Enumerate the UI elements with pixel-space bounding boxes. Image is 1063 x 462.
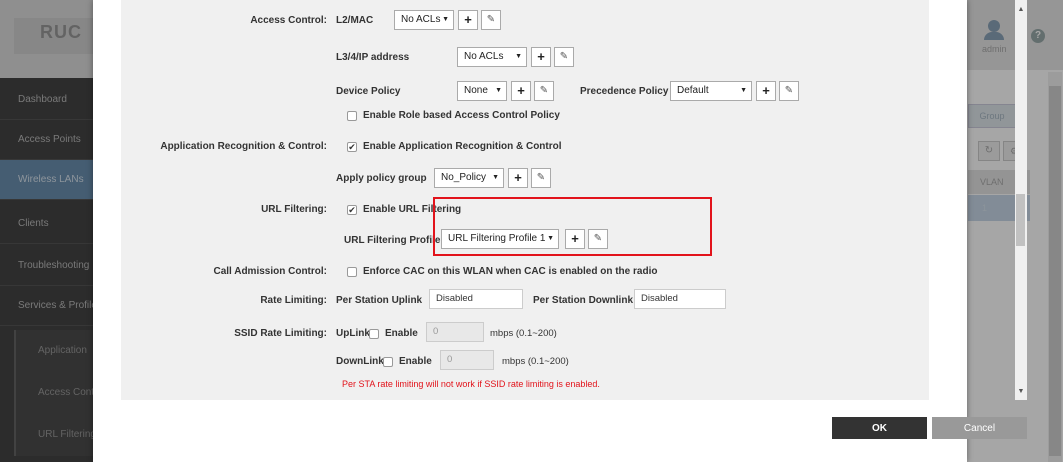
- ok-button[interactable]: OK: [832, 417, 927, 439]
- chevron-down-icon: ▼: [442, 16, 449, 23]
- url-filtering-checkbox[interactable]: ✔: [347, 205, 357, 215]
- access-control-label: Access Control:: [250, 15, 327, 26]
- edit-policy-group-button[interactable]: ✎: [531, 168, 551, 188]
- per-station-downlink-label: Per Station Downlink: [533, 295, 634, 306]
- ssid-uplink-unit: mbps (0.1~200): [490, 328, 557, 339]
- l34-label: L3/4/IP address: [336, 52, 410, 63]
- chevron-down-icon: ▼: [515, 53, 522, 60]
- url-filtering-highlight-box: [433, 197, 712, 256]
- scroll-up-icon[interactable]: ▲: [1015, 6, 1027, 13]
- policy-group-value: No_Policy: [441, 172, 487, 183]
- url-filtering-profile-label: URL Filtering Profile: [344, 235, 441, 246]
- call-admission-enable-label: Enforce CAC on this WLAN when CAC is ena…: [363, 266, 658, 277]
- per-station-uplink-input[interactable]: Disabled: [429, 289, 523, 309]
- ssid-rate-limit-warning: Per STA rate limiting will not work if S…: [342, 379, 600, 389]
- call-admission-checkbox[interactable]: [347, 267, 357, 277]
- ssid-uplink-enable-checkbox[interactable]: [369, 329, 379, 339]
- ssid-downlink-input[interactable]: 0: [440, 350, 494, 370]
- rate-limiting-label: Rate Limiting:: [260, 295, 327, 306]
- ssid-downlink-unit: mbps (0.1~200): [502, 356, 569, 367]
- app-recognition-checkbox[interactable]: ✔: [347, 142, 357, 152]
- per-station-uplink-label: Per Station Uplink: [336, 295, 423, 306]
- ssid-downlink-enable-checkbox[interactable]: [383, 357, 393, 367]
- ssid-rate-limiting-label: SSID Rate Limiting:: [234, 328, 327, 339]
- role-based-acl-checkbox[interactable]: [347, 111, 357, 121]
- precedence-policy-value: Default: [677, 85, 709, 96]
- add-l34-button[interactable]: +: [531, 47, 551, 67]
- edit-precedence-policy-button[interactable]: ✎: [779, 81, 799, 101]
- cancel-button[interactable]: Cancel: [932, 417, 1027, 439]
- add-precedence-policy-button[interactable]: +: [756, 81, 776, 101]
- per-station-downlink-input[interactable]: Disabled: [634, 289, 726, 309]
- role-based-acl-label: Enable Role based Access Control Policy: [363, 110, 560, 121]
- scroll-down-icon[interactable]: ▼: [1015, 388, 1027, 395]
- policy-group-label: Apply policy group: [336, 173, 427, 184]
- add-policy-group-button[interactable]: +: [508, 168, 528, 188]
- app-recognition-enable-label: Enable Application Recognition & Control: [363, 141, 562, 152]
- ssid-uplink-input[interactable]: 0: [426, 322, 484, 342]
- device-policy-value: None: [464, 85, 488, 96]
- l2mac-select-value: No ACLs: [401, 14, 441, 25]
- app-recognition-label: Application Recognition & Control:: [160, 141, 327, 152]
- device-policy-select[interactable]: None ▼: [457, 81, 507, 101]
- add-l2mac-button[interactable]: +: [458, 10, 478, 30]
- ssid-uplink-enable-label: Enable: [385, 328, 418, 339]
- edit-l34-button[interactable]: ✎: [554, 47, 574, 67]
- l34-select-value: No ACLs: [464, 51, 504, 62]
- l2mac-label: L2/MAC: [336, 15, 374, 26]
- edit-wlan-dialog: Access Control: L2/MAC No ACLs ▼ + ✎ L3/…: [93, 0, 1027, 462]
- l34-select[interactable]: No ACLs ▼: [457, 47, 527, 67]
- policy-group-select[interactable]: No_Policy ▼: [434, 168, 504, 188]
- call-admission-label: Call Admission Control:: [213, 266, 327, 277]
- chevron-down-icon: ▼: [492, 174, 499, 181]
- ssid-downlink-label: DownLink: [336, 356, 384, 367]
- dialog-scrollbar-thumb[interactable]: [1016, 194, 1025, 246]
- url-filtering-label: URL Filtering:: [261, 204, 327, 215]
- device-policy-label: Device Policy: [336, 86, 401, 97]
- edit-l2mac-button[interactable]: ✎: [481, 10, 501, 30]
- chevron-down-icon: ▼: [740, 87, 747, 94]
- l2mac-select[interactable]: No ACLs ▼: [394, 10, 454, 30]
- ssid-downlink-enable-label: Enable: [399, 356, 432, 367]
- ssid-uplink-label: UpLink: [336, 328, 370, 339]
- edit-device-policy-button[interactable]: ✎: [534, 81, 554, 101]
- chevron-down-icon: ▼: [495, 87, 502, 94]
- precedence-policy-select[interactable]: Default ▼: [670, 81, 752, 101]
- precedence-policy-label: Precedence Policy: [580, 86, 669, 97]
- add-device-policy-button[interactable]: +: [511, 81, 531, 101]
